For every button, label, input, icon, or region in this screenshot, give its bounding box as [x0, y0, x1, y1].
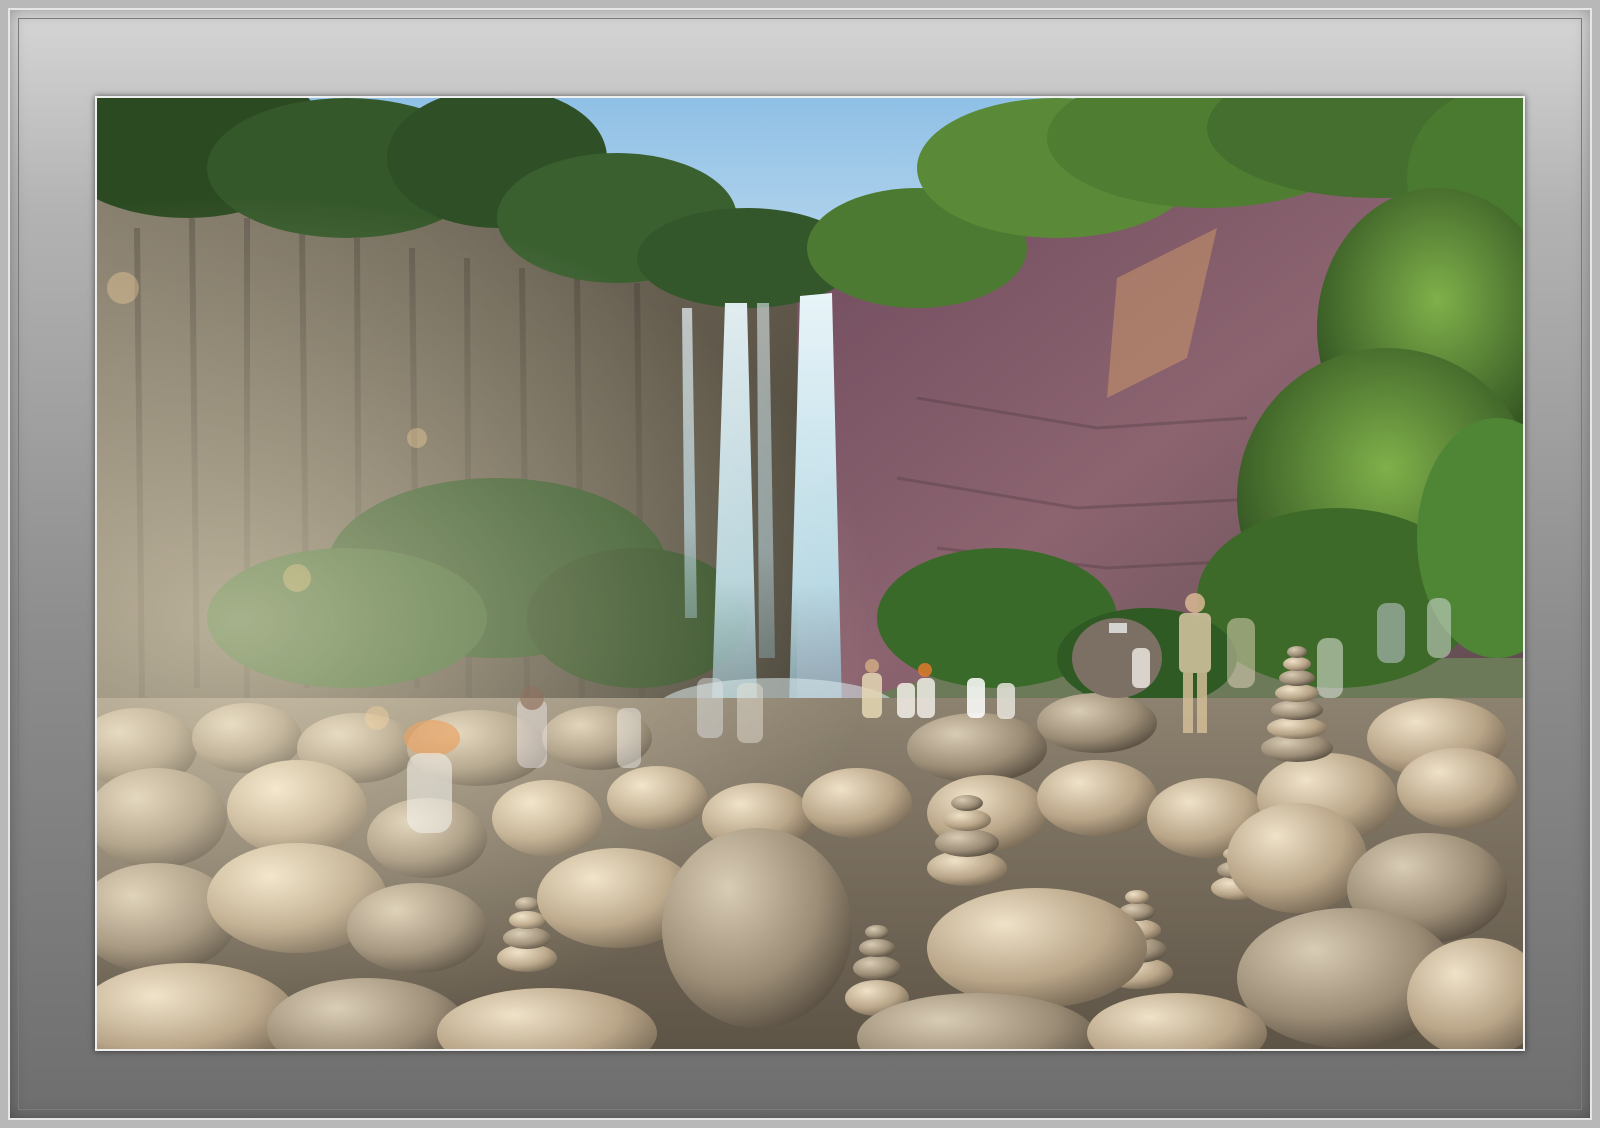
- photo-scene: [97, 98, 1523, 1049]
- waterfall-photo: [95, 96, 1525, 1051]
- lens-flare-haze: [97, 98, 1523, 1049]
- picture-frame: [0, 0, 1600, 1128]
